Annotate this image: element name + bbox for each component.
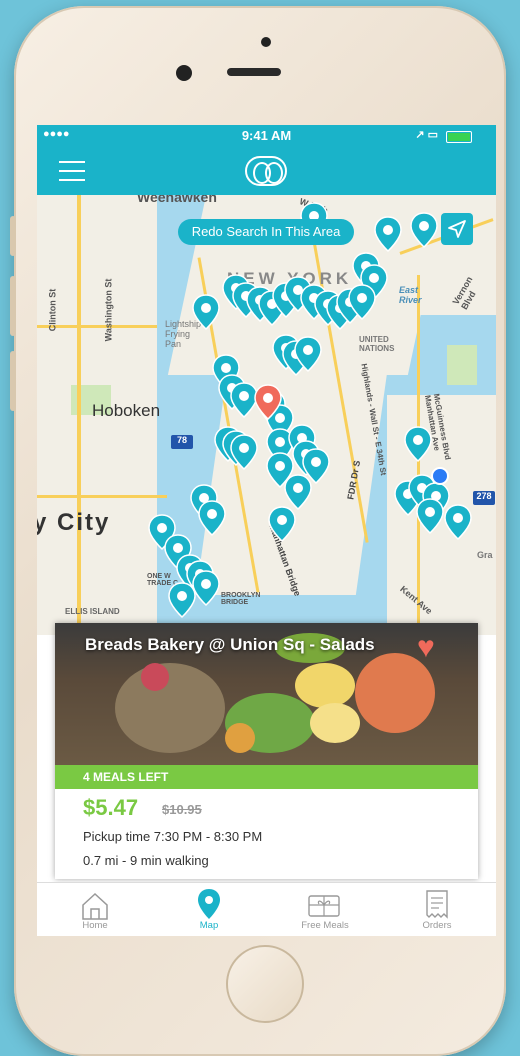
tab-bar: Home Map Free Meals Orders	[37, 882, 496, 936]
map-pin[interactable]	[410, 212, 438, 248]
receipt-icon	[426, 890, 448, 919]
heart-icon[interactable]: ♥	[417, 633, 435, 663]
tab-home[interactable]: Home	[55, 883, 135, 936]
meals-left-bar: 4 MEALS LEFT	[55, 765, 478, 789]
app-screen: ●●●● 9:41 AM ↗ ▭ Weehawken Hoboken y Cit…	[37, 125, 496, 936]
map-pin[interactable]	[268, 506, 296, 542]
map-pin[interactable]	[230, 382, 258, 418]
walking-distance: 0.7 mi - 9 min walking	[83, 853, 209, 868]
redo-search-button[interactable]: Redo Search In This Area	[178, 219, 354, 245]
map-pin[interactable]	[192, 570, 220, 606]
meals-left-label: 4 MEALS LEFT	[83, 770, 169, 784]
mute-switch	[10, 216, 16, 256]
user-location-dot	[431, 467, 449, 485]
food-salmon	[355, 653, 435, 733]
volume-up-button	[10, 276, 16, 336]
map-pin[interactable]	[168, 582, 196, 618]
front-camera	[176, 65, 192, 81]
restaurant-card[interactable]: Breads Bakery @ Union Sq - Salads ♥ 4 ME…	[55, 623, 478, 879]
map-pin[interactable]	[404, 426, 432, 462]
tab-label: Home	[82, 920, 108, 931]
map-pin-icon	[198, 889, 220, 919]
location-arrow-button[interactable]	[441, 213, 473, 245]
status-bar: ●●●● 9:41 AM ↗ ▭	[37, 125, 496, 147]
pickup-time: Pickup time 7:30 PM - 8:30 PM	[83, 829, 263, 844]
nav-bar	[37, 147, 496, 195]
map-pins	[148, 202, 472, 618]
food-tuna	[115, 663, 225, 753]
gift-card-icon	[308, 895, 340, 917]
app-logo	[245, 156, 287, 186]
discount-price: $5.47	[83, 795, 139, 820]
battery-icon	[446, 131, 472, 143]
home-button[interactable]	[226, 945, 304, 1023]
status-icons: ↗ ▭	[415, 129, 438, 141]
hamburger-icon[interactable]	[59, 161, 85, 188]
tab-label: Orders	[422, 920, 452, 931]
tab-orders[interactable]: Orders	[397, 883, 477, 936]
tab-map[interactable]: Map	[169, 883, 249, 936]
map-pin[interactable]	[284, 474, 312, 510]
food-photo: Breads Bakery @ Union Sq - Salads ♥	[55, 623, 478, 765]
restaurant-name: Breads Bakery @ Union Sq - Salads	[85, 635, 375, 654]
home-icon	[82, 892, 108, 920]
food-radish	[141, 663, 169, 691]
map-pin[interactable]	[192, 294, 220, 330]
map-pin[interactable]	[198, 500, 226, 536]
map-pin[interactable]	[374, 216, 402, 252]
map-view[interactable]: Weehawken Hoboken y City NEW YORK Lights…	[37, 195, 496, 635]
tab-label: Map	[199, 920, 219, 931]
location-arrow-icon	[448, 220, 466, 238]
proximity-sensor	[261, 37, 271, 47]
volume-down-button	[10, 351, 16, 411]
food-potato	[310, 703, 360, 743]
earpiece-speaker	[227, 68, 281, 76]
map-pin[interactable]	[444, 504, 472, 540]
food-potato	[295, 663, 355, 708]
food-egg	[225, 723, 255, 753]
tab-label: Free Meals	[301, 920, 349, 931]
original-price: $10.95	[162, 802, 202, 817]
tab-free-meals[interactable]: Free Meals	[285, 883, 365, 936]
map-pin[interactable]	[416, 498, 444, 534]
